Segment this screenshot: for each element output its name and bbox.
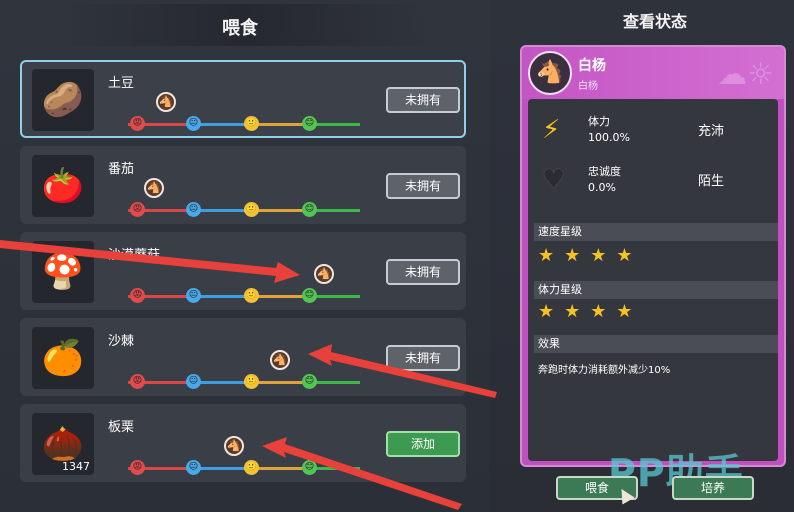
smile-face-icon: 🙂 bbox=[244, 202, 259, 217]
neutral-face-icon: 😐 bbox=[186, 116, 201, 131]
horse-marker-icon: 🐴 bbox=[314, 264, 334, 284]
angry-face-icon: 😡 bbox=[130, 288, 145, 303]
effect-text: 奔跑时体力消耗额外减少10% bbox=[538, 365, 671, 376]
stamina-value: 100.0% bbox=[588, 131, 630, 144]
stamina-label: 体力 bbox=[588, 115, 610, 128]
sea-buckthorn-icon: 🍊 bbox=[32, 327, 94, 389]
loyalty-value: 0.0% bbox=[588, 181, 616, 194]
loyalty-state: 陌生 bbox=[698, 174, 725, 189]
feed-panel-title: 喂食 bbox=[222, 18, 258, 39]
mushroom-icon: 🍄 bbox=[32, 241, 94, 303]
loyalty-row: ♥ 忠诚度 0.0% 陌生 bbox=[528, 157, 778, 203]
angry-face-icon: 😡 bbox=[130, 202, 145, 217]
train-button[interactable]: 培养 bbox=[672, 476, 754, 500]
stamina-state: 充沛 bbox=[698, 124, 725, 139]
smile-face-icon: 🙂 bbox=[244, 374, 259, 389]
neutral-face-icon: 😐 bbox=[186, 374, 201, 389]
speed-stars: ★★★★ bbox=[538, 245, 643, 266]
happy-face-icon: 😊 bbox=[302, 288, 317, 303]
stamina-stars-label: 体力星级 bbox=[534, 281, 778, 299]
mood-track: 😡 😐 🙂 😊 bbox=[128, 116, 360, 131]
tomato-icon: 🍅 bbox=[32, 155, 94, 217]
not-owned-button[interactable]: 未拥有 bbox=[386, 259, 460, 285]
smile-face-icon: 🙂 bbox=[244, 116, 259, 131]
effect-label: 效果 bbox=[534, 335, 778, 353]
horse-avatar: 🐴 bbox=[528, 51, 572, 95]
heart-icon: ♥ bbox=[542, 165, 566, 195]
neutral-face-icon: 😐 bbox=[186, 288, 201, 303]
mood-track: 😡 😐 🙂 😊 bbox=[128, 202, 360, 217]
food-card-sea-buckthorn[interactable]: 🍊 沙棘 🐴 😡 😐 🙂 😊 未拥有 bbox=[20, 318, 466, 396]
mood-track: 😡 😐 🙂 😊 bbox=[128, 374, 360, 389]
neutral-face-icon: 😐 bbox=[186, 460, 201, 475]
smile-face-icon: 🙂 bbox=[244, 460, 259, 475]
horse-marker-icon: 🐴 bbox=[144, 178, 164, 198]
potato-icon: 🥔 bbox=[32, 69, 94, 131]
food-name: 沙棘 bbox=[108, 334, 135, 349]
loyalty-label: 忠诚度 bbox=[588, 165, 621, 178]
food-name: 板栗 bbox=[108, 420, 135, 435]
food-name: 土豆 bbox=[108, 76, 135, 91]
mood-track: 😡 😐 🙂 😊 bbox=[128, 288, 360, 303]
lightning-icon: ⚡ bbox=[542, 115, 561, 145]
horse-marker-icon: 🐴 bbox=[156, 92, 176, 112]
horse-subtitle: 白杨 bbox=[578, 81, 598, 92]
add-button[interactable]: 添加 bbox=[386, 431, 460, 457]
status-body: ⚡ 体力 100.0% 充沛 ♥ 忠诚度 0.0% 陌生 速度星级 ★★★★ 体… bbox=[528, 99, 778, 461]
food-card-potato[interactable]: 🥔 土豆 🐴 😡 😐 🙂 😊 未拥有 bbox=[20, 60, 466, 138]
horse-marker-icon: 🐴 bbox=[224, 436, 244, 456]
chestnut-icon: 🌰 1347 bbox=[32, 413, 94, 475]
horse-name: 白杨 bbox=[578, 58, 606, 74]
status-header: 🐴 白杨 白杨 ☁☼ bbox=[522, 47, 784, 99]
neutral-face-icon: 😐 bbox=[186, 202, 201, 217]
horse-marker-icon: 🐴 bbox=[270, 350, 290, 370]
food-card-chestnut[interactable]: 🌰 1347 板栗 🐴 😡 😐 🙂 😊 添加 bbox=[20, 404, 466, 482]
horse-status-card: 🐴 白杨 白杨 ☁☼ ⚡ 体力 100.0% 充沛 ♥ 忠诚度 0.0% 陌生 … bbox=[520, 45, 786, 467]
angry-face-icon: 😡 bbox=[130, 460, 145, 475]
food-card-tomato[interactable]: 🍅 番茄 🐴 😡 😐 🙂 😊 未拥有 bbox=[20, 146, 466, 224]
happy-face-icon: 😊 bbox=[302, 460, 317, 475]
happy-face-icon: 😊 bbox=[302, 116, 317, 131]
cloud-sun-icon: ☁☼ bbox=[717, 57, 774, 92]
not-owned-button[interactable]: 未拥有 bbox=[386, 87, 460, 113]
status-panel-title: 查看状态 bbox=[622, 12, 687, 31]
angry-face-icon: 😡 bbox=[130, 374, 145, 389]
smile-face-icon: 🙂 bbox=[244, 288, 259, 303]
happy-face-icon: 😊 bbox=[302, 374, 317, 389]
angry-face-icon: 😡 bbox=[130, 116, 145, 131]
mood-track: 😡 😐 🙂 😊 bbox=[128, 460, 360, 475]
speed-stars-label: 速度星级 bbox=[534, 223, 778, 241]
not-owned-button[interactable]: 未拥有 bbox=[386, 345, 460, 371]
food-count: 1347 bbox=[62, 460, 90, 473]
food-name: 沙漠蘑菇 bbox=[108, 248, 161, 263]
stamina-stars: ★★★★ bbox=[538, 301, 643, 322]
food-name: 番茄 bbox=[108, 162, 135, 177]
food-card-desert-mushroom[interactable]: 🍄 沙漠蘑菇 🐴 😡 😐 🙂 😊 未拥有 bbox=[20, 232, 466, 310]
not-owned-button[interactable]: 未拥有 bbox=[386, 173, 460, 199]
happy-face-icon: 😊 bbox=[302, 202, 317, 217]
stamina-row: ⚡ 体力 100.0% 充沛 bbox=[528, 107, 778, 153]
